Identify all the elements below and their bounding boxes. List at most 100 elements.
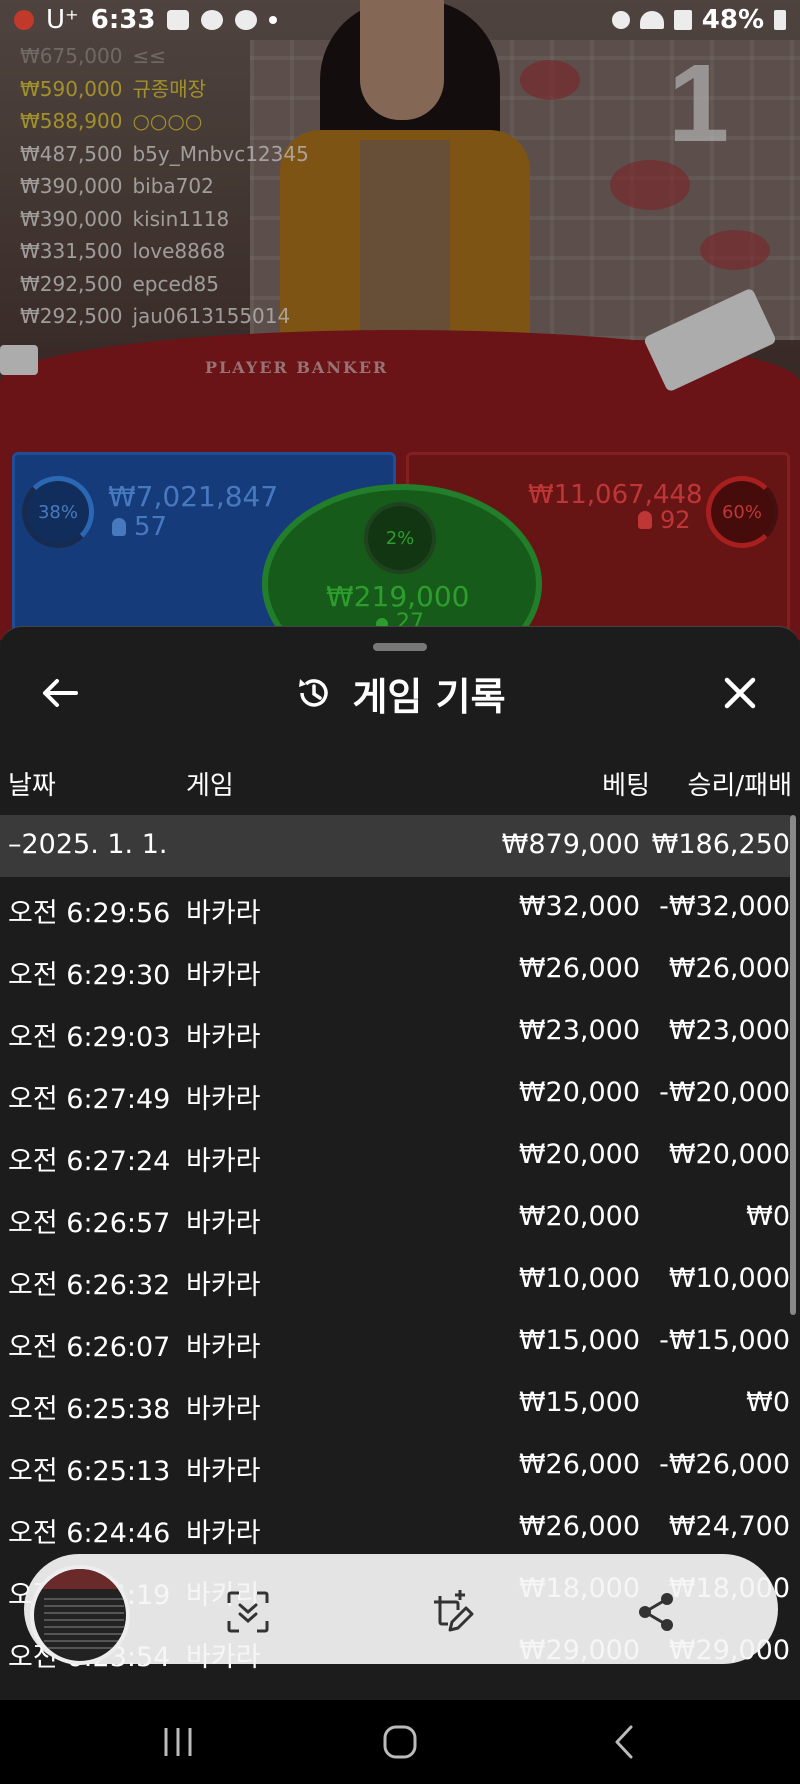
row-date: 오전 6:26:32 (8, 1270, 171, 1301)
share-button[interactable] (630, 1586, 682, 1638)
system-nav-bar (0, 1700, 800, 1784)
leaderboard-username: ≤≤ (132, 44, 166, 68)
row-date: 오전 6:27:49 (8, 1084, 171, 1115)
row-bet: ₩10,000 (518, 1263, 640, 1294)
banker-bettor-count: 92 (638, 506, 691, 534)
row-result: -₩32,000 (659, 891, 790, 922)
date-group-row[interactable]: –2025. 1. 1. ₩879,000 ₩186,250 (0, 815, 790, 877)
table-row[interactable]: 오전 6:27:49 바카라 ₩20,000 -₩20,000 (0, 1063, 790, 1125)
winners-leaderboard: ₩675,000 ≤≤ ₩590,000 규종매장 ₩588,900 ○○○○ ₩487,5… (20, 40, 309, 333)
leaderboard-username: epced85 (132, 271, 219, 296)
row-date: 오전 6:24:46 (8, 1518, 171, 1549)
table-row[interactable]: 오전 6:27:24 바카라 ₩20,000 ₩20,000 (0, 1125, 790, 1187)
back-button[interactable] (36, 669, 84, 717)
player-count-value: 57 (134, 512, 168, 542)
edit-crop-button[interactable] (424, 1586, 476, 1638)
row-bet: ₩26,000 (518, 1449, 640, 1480)
row-date: 오전 6:29:30 (8, 960, 171, 991)
leaderboard-row: ₩292,500 jau0613155014 (20, 300, 309, 333)
leaderboard-row: ₩590,000 규종매장 (20, 73, 309, 106)
table-row[interactable]: 오전 6:29:03 바카라 ₩23,000 ₩23,000 (0, 1001, 790, 1063)
nav-back-icon (615, 1725, 633, 1759)
leaderboard-amount: ₩292,500 (20, 271, 123, 296)
row-game: 바카라 (186, 1208, 261, 1239)
row-date: 오전 6:25:13 (8, 1456, 171, 1487)
leaderboard-row: ₩588,900 ○○○○ (20, 105, 309, 138)
table-row[interactable]: 오전 6:25:38 바카라 ₩15,000 ₩0 (0, 1373, 790, 1435)
leaderboard-row: ₩390,000 kisin1118 (20, 203, 309, 236)
home-button[interactable] (372, 1718, 428, 1766)
player-percent: 38% (22, 476, 94, 548)
column-game[interactable]: 게임 (186, 765, 234, 802)
row-game: 바카라 (186, 1332, 261, 1363)
nav-back-button[interactable] (596, 1718, 652, 1766)
table-row[interactable]: 오전 6:29:56 바카라 ₩32,000 -₩32,000 (0, 877, 790, 939)
tie-percent: 2% (364, 502, 436, 574)
leaderboard-amount: ₩588,900 (20, 109, 123, 133)
screenshot-thumbnail[interactable] (30, 1565, 130, 1665)
scroll-capture-button[interactable] (222, 1586, 274, 1638)
table-row[interactable]: 오전 6:24:46 바카라 ₩26,000 ₩24,700 (0, 1497, 790, 1559)
column-result[interactable]: 승리/패배 (688, 765, 792, 802)
column-bet[interactable]: 베팅 (602, 765, 650, 802)
blossom-decoration (610, 160, 690, 210)
signal-icon (673, 10, 692, 30)
player-total-amount: ₩7,021,847 (108, 480, 279, 513)
close-button[interactable] (716, 669, 764, 717)
banker-percent: 60% (706, 476, 778, 548)
app-notification-icon (14, 10, 34, 30)
row-game: 바카라 (186, 1456, 261, 1487)
chat-icon (201, 10, 224, 30)
close-icon (724, 677, 756, 709)
home-icon (383, 1725, 417, 1759)
row-date: 오전 6:26:07 (8, 1332, 171, 1363)
person-icon (112, 518, 126, 536)
tie-total-amount: ₩219,000 (326, 580, 470, 613)
leaderboard-amount: ₩292,500 (20, 304, 123, 328)
card-stack (0, 345, 38, 375)
table-header: 날짜 게임 베팅 승리/패배 (0, 765, 800, 805)
scrollbar[interactable] (790, 815, 796, 1315)
drag-handle[interactable] (373, 643, 427, 651)
battery-percent: 48% (701, 5, 764, 35)
table-row[interactable]: 오전 6:29:30 바카라 ₩26,000 ₩26,000 (0, 939, 790, 1001)
crop-edit-icon (434, 1590, 474, 1632)
table-row[interactable]: 오전 6:25:13 바카라 ₩26,000 -₩26,000 (0, 1435, 790, 1497)
row-result: ₩0 (746, 1387, 790, 1418)
leaderboard-amount: ₩675,000 (20, 44, 123, 68)
row-bet: ₩15,000 (518, 1325, 640, 1356)
leaderboard-username: love8868 (132, 239, 226, 263)
leaderboard-username: kisin1118 (132, 206, 230, 231)
table-row[interactable]: 오전 6:26:57 바카라 ₩20,000 ₩0 (0, 1187, 790, 1249)
round-number: 1 (668, 42, 730, 165)
more-notifications-icon (269, 16, 278, 24)
battery-icon (774, 10, 786, 30)
leaderboard-amount: ₩487,500 (20, 141, 123, 166)
recents-button[interactable] (150, 1718, 206, 1766)
row-date: 오전 6:29:03 (8, 1022, 171, 1053)
leaderboard-row: ₩390,000 biba702 (20, 170, 309, 203)
row-result: -₩20,000 (659, 1077, 790, 1108)
leaderboard-amount: ₩390,000 (20, 174, 123, 198)
talk-icon (235, 10, 258, 30)
leaderboard-username: biba702 (132, 174, 214, 198)
table-row[interactable]: 오전 6:26:32 바카라 ₩10,000 ₩10,000 (0, 1249, 790, 1311)
arrow-left-icon (43, 679, 78, 707)
row-game: 바카라 (186, 1394, 261, 1425)
group-total-bet: ₩879,000 (501, 829, 640, 860)
thumbnail-preview (44, 1593, 124, 1649)
row-date: 오전 6:29:56 (8, 898, 171, 929)
row-bet: ₩15,000 (518, 1387, 640, 1418)
row-result: ₩10,000 (668, 1263, 790, 1294)
banker-count-value: 92 (660, 506, 691, 534)
row-game: 바카라 (186, 898, 261, 929)
table-row[interactable]: 오전 6:26:07 바카라 ₩15,000 -₩15,000 (0, 1311, 790, 1373)
row-bet: ₩20,000 (518, 1139, 640, 1170)
leaderboard-amount: ₩590,000 (20, 76, 123, 101)
row-date: 오전 6:27:24 (8, 1146, 171, 1177)
scroll-capture-icon (227, 1591, 269, 1633)
leaderboard-row: ₩675,000 ≤≤ (20, 40, 309, 73)
row-result: ₩24,700 (668, 1511, 790, 1542)
row-date: 오전 6:25:38 (8, 1394, 171, 1425)
column-date[interactable]: 날짜 (8, 765, 56, 802)
